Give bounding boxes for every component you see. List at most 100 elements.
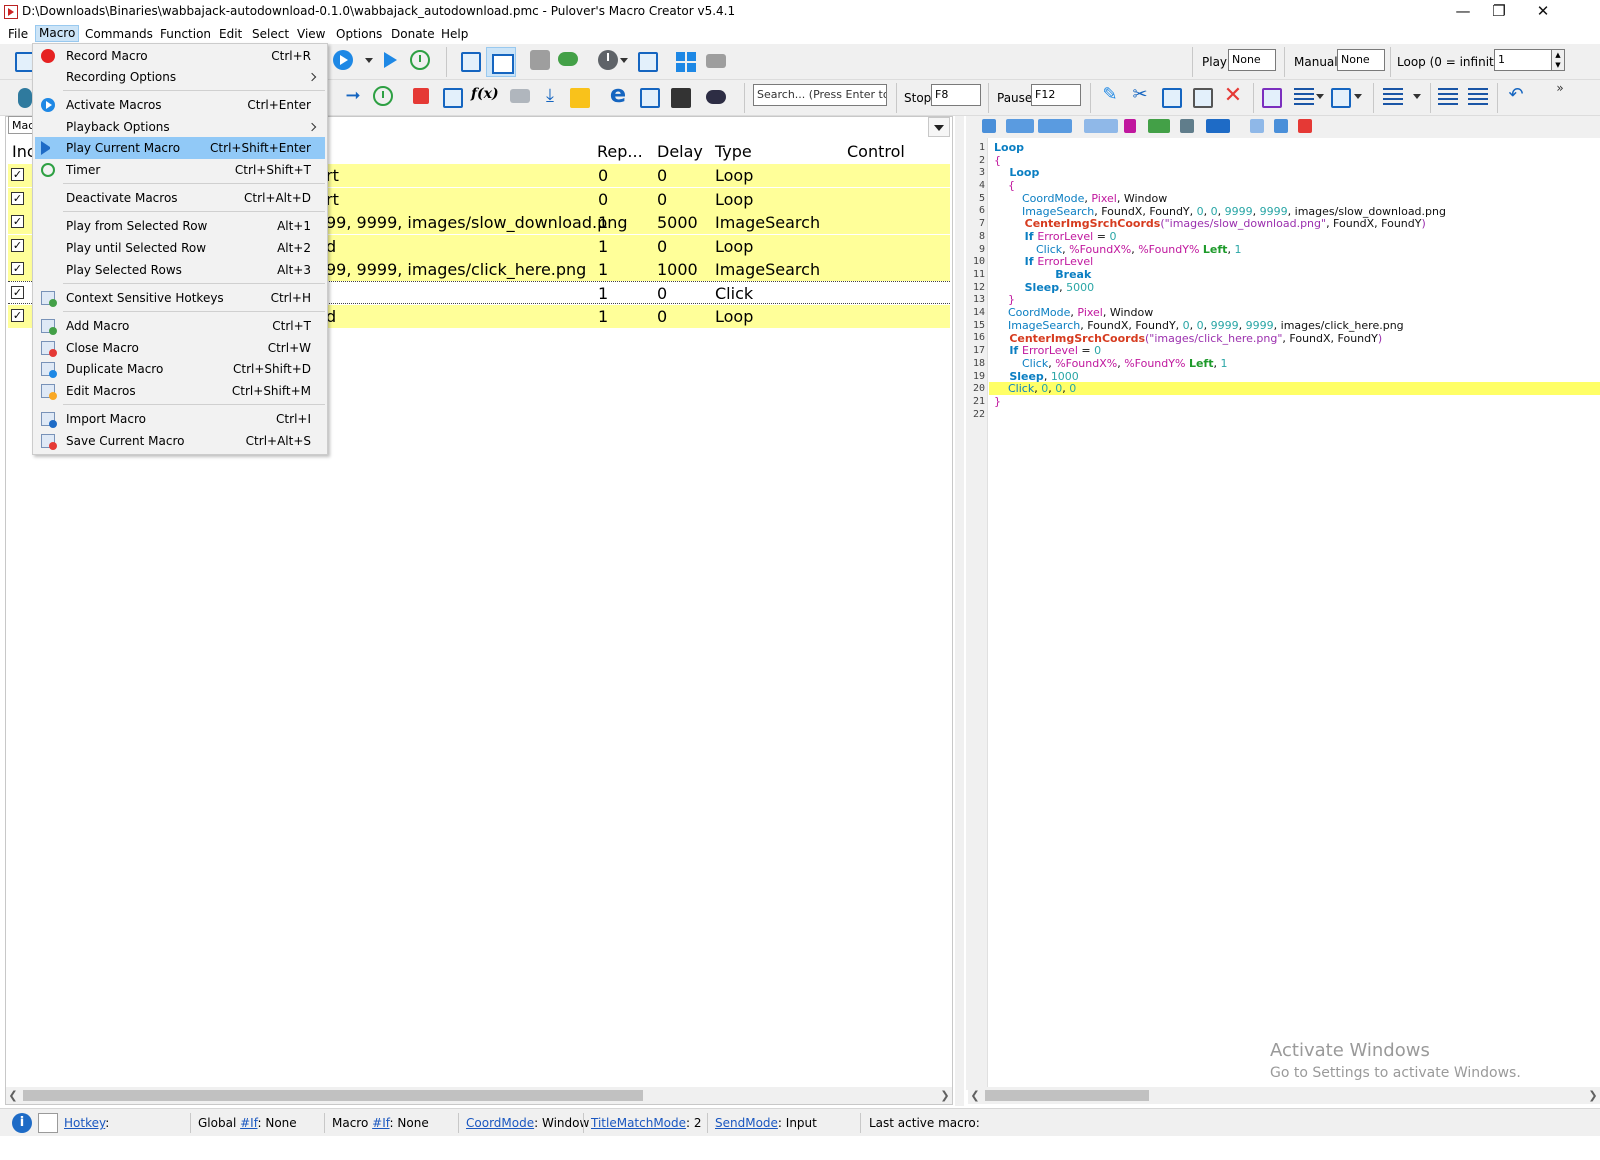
pilcrow-icon[interactable] xyxy=(1124,119,1136,133)
menu-item-duplicate-macro[interactable]: Duplicate Macro Ctrl+Shift+D xyxy=(35,358,325,380)
code-line[interactable]: Loop xyxy=(994,166,1039,179)
tab-list-dropdown[interactable] xyxy=(928,117,950,137)
export-icon[interactable] xyxy=(1250,119,1264,133)
code-line[interactable]: CoordMode, Pixel, Window xyxy=(994,192,1167,205)
gamepad-icon[interactable] xyxy=(706,54,726,68)
menu-macro[interactable]: Macro xyxy=(35,25,80,42)
hotkey-link[interactable]: Hotkey xyxy=(64,1116,105,1130)
editor-horizontal-scrollbar[interactable]: ❮ ❯ xyxy=(968,1087,1600,1104)
menu-view[interactable]: View xyxy=(294,26,328,42)
copy-code-icon[interactable] xyxy=(982,119,996,133)
menu-item-import-macro[interactable]: Import Macro Ctrl+I xyxy=(35,408,325,430)
column-header-repeat[interactable]: Rep... xyxy=(597,140,643,164)
code-line[interactable]: } xyxy=(994,293,1015,306)
menu-commands[interactable]: Commands xyxy=(82,26,156,42)
column-header-type[interactable]: Type xyxy=(715,140,752,164)
scroll-right-icon[interactable]: ❯ xyxy=(938,1087,952,1104)
list-dropdown-icon[interactable] xyxy=(1413,94,1421,99)
menu-item-record-macro[interactable]: Record Macro Ctrl+R xyxy=(35,45,325,67)
row-checkbox[interactable]: ✓ xyxy=(11,239,24,252)
windows-icon[interactable] xyxy=(676,52,696,72)
menu-item-edit-macros[interactable]: Edit Macros Ctrl+Shift+M xyxy=(35,380,325,402)
code-editor[interactable]: 1 2 3 4 5 6 7 8 9 10 11 12 13 14 15 16 1… xyxy=(966,138,1600,1090)
code-line[interactable]: If ErrorLevel xyxy=(994,255,1094,268)
menu-item-play-selected-rows[interactable]: Play Selected Rows Alt+3 xyxy=(35,259,325,281)
row-checkbox[interactable]: ✓ xyxy=(11,286,24,299)
group-dropdown-icon[interactable] xyxy=(1316,94,1324,99)
control-flow-icon[interactable] xyxy=(413,88,429,104)
move-down-icon[interactable] xyxy=(1468,88,1488,108)
goto-icon[interactable]: ➞ xyxy=(343,86,363,106)
play-hotkey-field[interactable]: None xyxy=(1228,49,1276,71)
edit-note-icon[interactable] xyxy=(38,1113,58,1133)
code-line[interactable]: } xyxy=(994,395,1001,408)
paste-icon[interactable] xyxy=(1193,88,1213,108)
titlematchmode-link[interactable]: TitleMatchMode xyxy=(591,1116,686,1130)
function-icon[interactable]: f(x) xyxy=(471,86,499,106)
power-icon[interactable] xyxy=(598,50,618,70)
manual-hotkey-field[interactable]: None xyxy=(1337,49,1385,71)
toolbar-overflow-icon[interactable]: » xyxy=(1550,78,1570,98)
format-icon[interactable] xyxy=(1180,119,1194,133)
scroll-left-icon[interactable]: ❮ xyxy=(6,1087,20,1104)
menu-item-playback-options[interactable]: Playback Options xyxy=(35,116,325,138)
scroll-thumb[interactable] xyxy=(985,1090,1149,1101)
close-icon[interactable]: ✕ xyxy=(1520,0,1566,24)
mouse-icon[interactable] xyxy=(18,88,32,108)
copy-icon[interactable] xyxy=(1162,88,1182,108)
code-line[interactable]: Click, %FoundX%, %FoundY% Left, 1 xyxy=(994,357,1227,370)
scroll-thumb[interactable] xyxy=(23,1090,643,1101)
column-header-control[interactable]: Control xyxy=(847,140,905,164)
sleep-icon[interactable] xyxy=(373,86,393,106)
global-if-link[interactable]: #If xyxy=(240,1116,257,1130)
row-checkbox[interactable]: ✓ xyxy=(11,215,24,228)
menu-item-context-sensitive-hotkeys[interactable]: Context Sensitive Hotkeys Ctrl+H xyxy=(35,287,325,309)
coordmode-link[interactable]: CoordMode xyxy=(466,1116,534,1130)
code-line[interactable]: { xyxy=(994,179,1015,192)
variable-icon[interactable] xyxy=(443,88,463,108)
row-checkbox[interactable]: ✓ xyxy=(11,309,24,322)
internet-explorer-icon[interactable]: e xyxy=(608,82,628,106)
duplicate-dropdown-icon[interactable] xyxy=(1354,94,1362,99)
menu-item-play-from-selected-row[interactable]: Play from Selected Row Alt+1 xyxy=(35,215,325,237)
loop-spinner[interactable]: ▲ ▼ xyxy=(1551,49,1565,71)
menu-item-save-current-macro[interactable]: Save Current Macro Ctrl+Alt+S xyxy=(35,430,325,452)
list-icon[interactable] xyxy=(1383,88,1403,108)
timer-icon[interactable] xyxy=(410,50,430,70)
pane-splitter[interactable] xyxy=(955,116,964,1106)
image-icon[interactable] xyxy=(530,50,550,70)
indent-icon[interactable] xyxy=(1038,119,1072,133)
row-checkbox[interactable]: ✓ xyxy=(11,192,24,205)
menu-item-add-macro[interactable]: Add Macro Ctrl+T xyxy=(35,315,325,337)
menu-file[interactable]: File xyxy=(5,26,31,42)
select-icon[interactable] xyxy=(1262,88,1282,108)
script-icon[interactable] xyxy=(671,88,691,108)
download-icon[interactable]: ⤓ xyxy=(540,86,560,106)
close-editor-icon[interactable] xyxy=(1298,119,1312,133)
cut-icon[interactable]: ✂ xyxy=(1130,85,1150,105)
file-icon[interactable] xyxy=(570,88,590,108)
comment-icon[interactable] xyxy=(1148,119,1170,133)
popout-icon[interactable] xyxy=(1274,119,1288,133)
activate-dropdown-icon[interactable] xyxy=(365,58,373,63)
grid-horizontal-scrollbar[interactable]: ❮ ❯ xyxy=(6,1087,952,1104)
code-line[interactable]: If ErrorLevel = 0 xyxy=(994,344,1101,357)
binoculars-icon[interactable] xyxy=(706,90,726,104)
menu-select[interactable]: Select xyxy=(249,26,292,42)
delete-icon[interactable]: ✕ xyxy=(1223,85,1243,107)
menu-item-close-macro[interactable]: Close Macro Ctrl+W xyxy=(35,337,325,359)
code-line[interactable]: CoordMode, Pixel, Window xyxy=(994,306,1153,319)
toggle-icon[interactable] xyxy=(558,52,578,66)
wrap-icon[interactable] xyxy=(1084,119,1118,133)
menu-donate[interactable]: Donate xyxy=(388,26,438,42)
edit-icon[interactable]: ✎ xyxy=(1100,85,1120,105)
activate-macros-icon[interactable] xyxy=(333,50,353,70)
undo-icon[interactable]: ↶ xyxy=(1506,85,1526,105)
row-checkbox[interactable]: ✓ xyxy=(11,262,24,275)
menu-item-deactivate-macros[interactable]: Deactivate Macros Ctrl+Alt+D xyxy=(35,187,325,209)
menu-options[interactable]: Options xyxy=(333,26,385,42)
code-line[interactable]: Click, 0, 0, 0 xyxy=(989,382,1600,395)
code-line[interactable]: Loop xyxy=(994,141,1024,154)
duplicate-icon[interactable] xyxy=(1331,88,1351,108)
search-input[interactable]: Search... (Press Enter to xyxy=(753,84,887,106)
